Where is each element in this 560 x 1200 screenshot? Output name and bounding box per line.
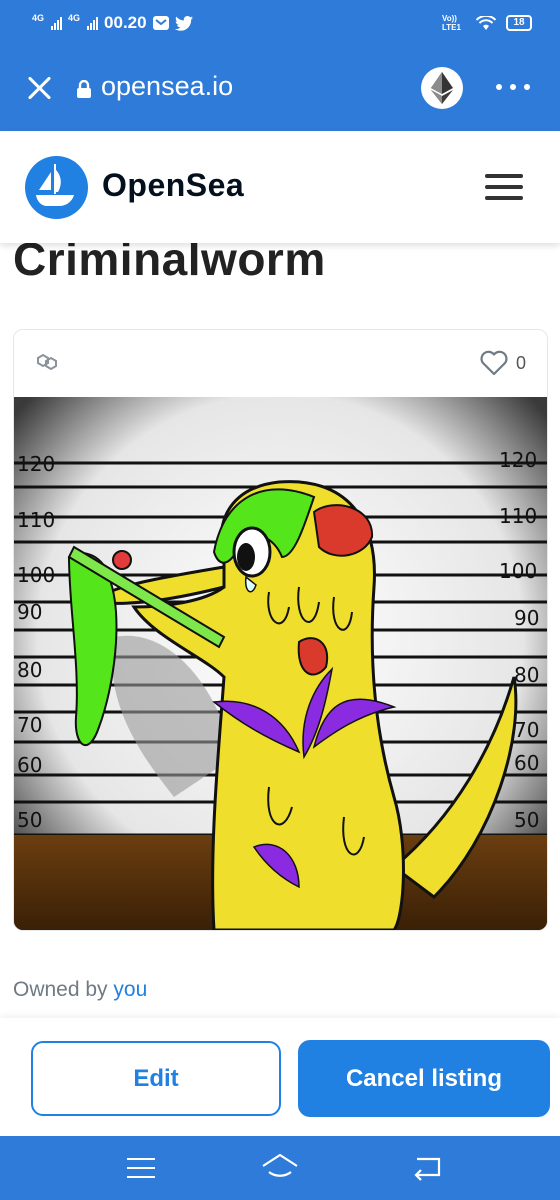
ruler-left-80: 80 <box>17 658 42 682</box>
site-header: OpenSea <box>0 131 560 243</box>
edit-button[interactable]: Edit <box>31 1041 281 1116</box>
polygon-icon <box>37 353 57 371</box>
ruler-right-70: 70 <box>514 718 539 742</box>
action-bar: Edit Cancel listing <box>0 1018 560 1136</box>
lock-icon <box>77 80 91 98</box>
ruler-left-50: 50 <box>17 808 42 832</box>
ruler-left-100: 100 <box>17 563 55 587</box>
back-icon[interactable] <box>411 1153 443 1181</box>
like-count: 0 <box>516 353 527 373</box>
twitter-icon <box>174 15 193 31</box>
owned-by: Owned by you <box>13 978 147 1002</box>
system-nav-bar <box>0 1136 560 1200</box>
ruler-right-90: 90 <box>514 606 539 630</box>
network-label-2: 4G <box>68 12 81 23</box>
card-header: 0 <box>14 330 547 396</box>
ruler-right-60: 60 <box>514 751 539 775</box>
url-text[interactable]: opensea.io <box>101 71 233 102</box>
ruler-left-70: 70 <box>17 713 42 737</box>
ruler-left-110: 110 <box>17 508 55 532</box>
brand-name[interactable]: OpenSea <box>102 167 244 204</box>
ruler-right-50: 50 <box>514 808 539 832</box>
more-icon[interactable] <box>496 84 530 90</box>
ruler-left-60: 60 <box>17 753 42 777</box>
nft-artwork[interactable]: 120 110 100 90 80 70 60 50 120 110 100 9… <box>14 397 547 930</box>
ruler-left-120: 120 <box>17 452 55 476</box>
status-left: 4G 4G 00.20 <box>32 10 193 36</box>
ruler-right-100: 100 <box>499 559 537 583</box>
status-right: Vo)) LTE1 18 <box>442 10 532 36</box>
ethereum-icon[interactable] <box>421 67 463 109</box>
ruler-right-110: 110 <box>499 504 537 528</box>
wifi-icon <box>476 15 496 30</box>
recent-apps-icon[interactable] <box>127 1158 155 1178</box>
opensea-logo-icon[interactable] <box>25 156 88 219</box>
owner-link[interactable]: you <box>113 978 147 1001</box>
signal-icon-2 <box>87 16 99 30</box>
close-icon[interactable] <box>26 75 52 101</box>
home-icon[interactable] <box>260 1152 300 1182</box>
signal-icon <box>51 16 63 30</box>
ruler-left-90: 90 <box>17 600 42 624</box>
battery-indicator: 18 <box>506 15 532 31</box>
browser-top-bar: 4G 4G 00.20 Vo)) LTE1 18 opensea.io <box>0 0 560 131</box>
url-bar: opensea.io <box>0 44 560 131</box>
cancel-listing-button[interactable]: Cancel listing <box>298 1040 550 1117</box>
volte-label: Vo)) LTE1 <box>442 14 461 32</box>
clock: 00.20 <box>104 13 147 32</box>
network-label-1: 4G <box>32 12 45 23</box>
ruler-right-120: 120 <box>499 448 537 472</box>
mail-icon <box>152 16 169 30</box>
ruler-right-80: 80 <box>514 663 539 687</box>
hamburger-icon[interactable] <box>485 174 523 200</box>
status-bar: 4G 4G 00.20 Vo)) LTE1 18 <box>0 0 560 44</box>
item-card: 0 120 110 100 90 80 70 60 50 120 110 100… <box>13 329 548 931</box>
owned-by-label: Owned by <box>13 978 108 1001</box>
heart-icon[interactable] <box>480 350 508 376</box>
